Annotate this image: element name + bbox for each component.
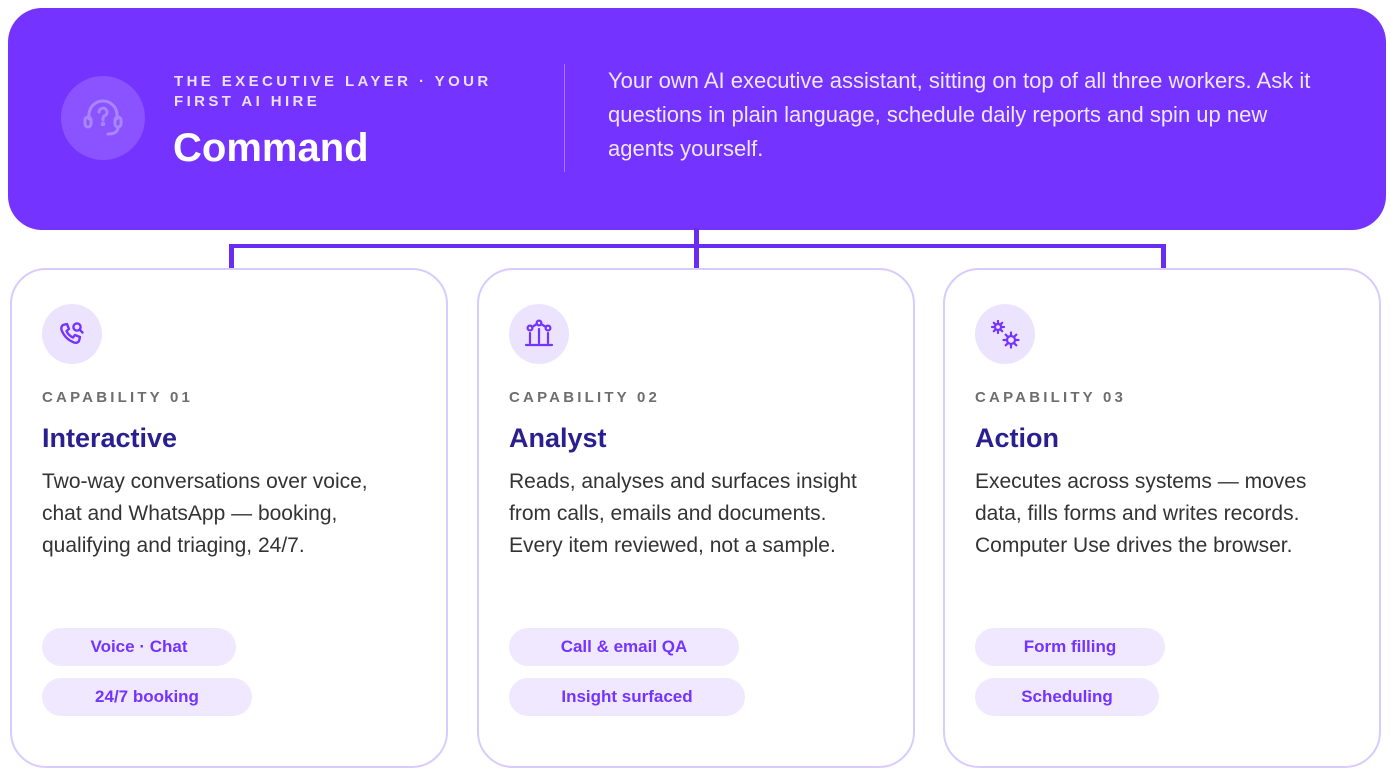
connector-trunk bbox=[694, 228, 699, 268]
capability-description: Executes across systems — moves data, fi… bbox=[975, 470, 1307, 557]
divider bbox=[564, 64, 565, 172]
executive-description: Your own AI executive assistant, sitting… bbox=[608, 68, 1311, 161]
capability-tag: Call & email QA bbox=[509, 628, 739, 666]
capability-number: CAPABILITY 03 bbox=[975, 389, 1127, 406]
connector-drop-right bbox=[1161, 244, 1166, 268]
capability-number: CAPABILITY 01 bbox=[42, 389, 194, 406]
capability-number: CAPABILITY 02 bbox=[509, 389, 661, 406]
headset-question-icon bbox=[61, 76, 145, 160]
capability-title: Action bbox=[975, 423, 1059, 453]
phone-search-icon bbox=[42, 304, 102, 364]
capability-card-analyst: CAPABILITY 02 Analyst Reads, analyses an… bbox=[477, 268, 915, 768]
capability-tag: 24/7 booking bbox=[42, 678, 252, 716]
capability-card-interactive: CAPABILITY 01 Interactive Two-way conver… bbox=[10, 268, 448, 768]
capability-title: Analyst bbox=[509, 423, 607, 453]
capability-tag: Scheduling bbox=[975, 678, 1159, 716]
executive-kicker: THE EXECUTIVE LAYER · YOUR FIRST AI HIRE bbox=[174, 73, 492, 110]
capability-card-action: CAPABILITY 03 Action Executes across sys… bbox=[943, 268, 1381, 768]
capability-tag: Insight surfaced bbox=[509, 678, 745, 716]
capability-description: Reads, analyses and surfaces insight fro… bbox=[509, 470, 857, 557]
chart-nodes-icon bbox=[509, 304, 569, 364]
capability-title: Interactive bbox=[42, 423, 178, 453]
capability-description: Two-way conversations over voice, chat a… bbox=[42, 470, 368, 557]
capability-tag: Form filling bbox=[975, 628, 1165, 666]
connector-drop-left bbox=[229, 244, 234, 268]
connector-bar bbox=[229, 244, 1166, 248]
gears-icon bbox=[975, 304, 1035, 364]
capability-tag: Voice · Chat bbox=[42, 628, 236, 666]
executive-layer-banner: THE EXECUTIVE LAYER · YOUR FIRST AI HIRE… bbox=[8, 8, 1386, 230]
executive-title: Command bbox=[173, 126, 369, 170]
